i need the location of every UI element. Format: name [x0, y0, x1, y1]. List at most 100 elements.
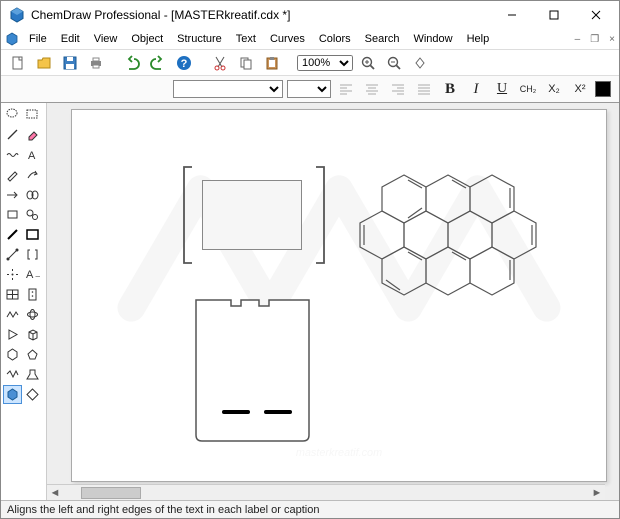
arrow-tool[interactable]	[3, 185, 22, 204]
canvas-area: masterkreatif.com	[47, 103, 619, 500]
canvas[interactable]: masterkreatif.com	[71, 109, 607, 482]
tlc-spot-2	[264, 410, 292, 414]
shape-tool[interactable]	[3, 205, 22, 224]
cyclopentane-tool[interactable]	[23, 345, 42, 364]
menu-object[interactable]: Object	[125, 32, 169, 46]
color-swatch[interactable]	[595, 81, 611, 97]
menu-edit[interactable]: Edit	[55, 32, 86, 46]
print-button[interactable]	[85, 52, 107, 74]
help-button[interactable]: ?	[173, 52, 195, 74]
hatch-tool[interactable]	[23, 225, 42, 244]
bold-button[interactable]: B	[439, 79, 461, 99]
svg-text:?: ?	[181, 58, 188, 70]
minimize-button[interactable]	[491, 1, 533, 29]
atom-tool[interactable]	[23, 305, 42, 324]
paste-button[interactable]	[261, 52, 283, 74]
menubar: File Edit View Object Structure Text Cur…	[1, 29, 619, 49]
query-tool[interactable]	[23, 205, 42, 224]
mdi-close[interactable]: ×	[605, 34, 619, 45]
arrow-curve-tool[interactable]	[23, 165, 42, 184]
chemsymbol-tool[interactable]	[3, 265, 22, 284]
wavy-bond-tool[interactable]	[3, 145, 22, 164]
tlc-plate	[188, 290, 318, 445]
close-button[interactable]	[575, 1, 617, 29]
menu-help[interactable]: Help	[461, 32, 496, 46]
main-toolbar: ? 100%	[1, 49, 619, 75]
superscript-button[interactable]: X²	[569, 79, 591, 99]
italic-button[interactable]: I	[465, 79, 487, 99]
drawing-content	[72, 110, 606, 481]
menu-text[interactable]: Text	[230, 32, 262, 46]
chain-tool[interactable]	[3, 305, 22, 324]
workspace: A A→A masterkreatif.com	[1, 103, 619, 500]
formula-button[interactable]: CH₂	[517, 79, 539, 99]
scroll-thumb[interactable]	[81, 487, 141, 499]
menu-curves[interactable]: Curves	[264, 32, 311, 46]
scroll-right[interactable]: ►	[589, 486, 605, 500]
cut-button[interactable]	[209, 52, 231, 74]
scroll-left[interactable]: ◄	[47, 486, 63, 500]
hexagon-tool[interactable]	[3, 345, 22, 364]
zigzag-tool[interactable]	[3, 365, 22, 384]
svg-text:A: A	[28, 150, 36, 162]
bond-tool[interactable]	[3, 125, 22, 144]
benzene-tool[interactable]	[3, 385, 22, 404]
menu-search[interactable]: Search	[359, 32, 406, 46]
text-tool[interactable]: A	[23, 145, 42, 164]
align-right-button[interactable]	[387, 79, 409, 99]
status-text: Aligns the left and right edges of the t…	[7, 504, 319, 516]
doc-icon	[5, 32, 19, 46]
titlebar: ChemDraw Professional - [MASTERkreatif.c…	[1, 1, 619, 29]
copy-button[interactable]	[235, 52, 257, 74]
maximize-button[interactable]	[533, 1, 575, 29]
zoom-fit-button[interactable]	[409, 52, 431, 74]
toolbox: A A→A	[1, 103, 47, 500]
pen-tool[interactable]	[3, 165, 22, 184]
app-icon	[9, 7, 25, 23]
marquee-tool[interactable]	[23, 105, 42, 124]
open-button[interactable]	[33, 52, 55, 74]
cube-tool[interactable]	[23, 325, 42, 344]
tlc-spot-1	[222, 410, 250, 414]
statusbar: Aligns the left and right edges of the t…	[1, 500, 619, 518]
underline-button[interactable]: U	[491, 79, 513, 99]
new-button[interactable]	[7, 52, 29, 74]
mdi-minimize[interactable]: –	[571, 34, 585, 45]
subscript-button[interactable]: X₂	[543, 79, 565, 99]
lasso-tool[interactable]	[3, 105, 22, 124]
size-select[interactable]	[287, 80, 331, 98]
h-scrollbar[interactable]: ◄ ►	[47, 484, 605, 500]
window-title: ChemDraw Professional - [MASTERkreatif.c…	[31, 8, 491, 22]
font-select[interactable]	[173, 80, 283, 98]
menu-file[interactable]: File	[23, 32, 53, 46]
redo-button[interactable]	[147, 52, 169, 74]
svg-text:A→A: A→A	[26, 269, 40, 281]
multiattach-tool[interactable]	[3, 245, 22, 264]
align-center-button[interactable]	[361, 79, 383, 99]
menu-structure[interactable]: Structure	[171, 32, 228, 46]
format-toolbar: B I U CH₂ X₂ X²	[1, 75, 619, 103]
undo-button[interactable]	[121, 52, 143, 74]
orbital-tool[interactable]	[23, 185, 42, 204]
save-button[interactable]	[59, 52, 81, 74]
bracket-tool[interactable]	[23, 245, 42, 264]
template-tool[interactable]	[23, 385, 42, 404]
solid-bond-tool[interactable]	[3, 225, 22, 244]
align-justify-button[interactable]	[413, 79, 435, 99]
reaction-tool[interactable]: A→A	[23, 265, 42, 284]
zoom-select[interactable]: 100%	[297, 55, 353, 71]
eraser-tool[interactable]	[23, 125, 42, 144]
zoom-out-button[interactable]	[383, 52, 405, 74]
play-tool[interactable]	[3, 325, 22, 344]
placeholder-rect	[202, 180, 302, 250]
menu-colors[interactable]: Colors	[313, 32, 357, 46]
tlc-tool[interactable]	[23, 285, 42, 304]
glassware-tool[interactable]	[23, 365, 42, 384]
align-left-button[interactable]	[335, 79, 357, 99]
menu-view[interactable]: View	[88, 32, 124, 46]
menu-window[interactable]: Window	[407, 32, 458, 46]
hex-structure	[352, 165, 572, 355]
zoom-in-button[interactable]	[357, 52, 379, 74]
mdi-restore[interactable]: ❐	[586, 34, 603, 45]
table-tool[interactable]	[3, 285, 22, 304]
